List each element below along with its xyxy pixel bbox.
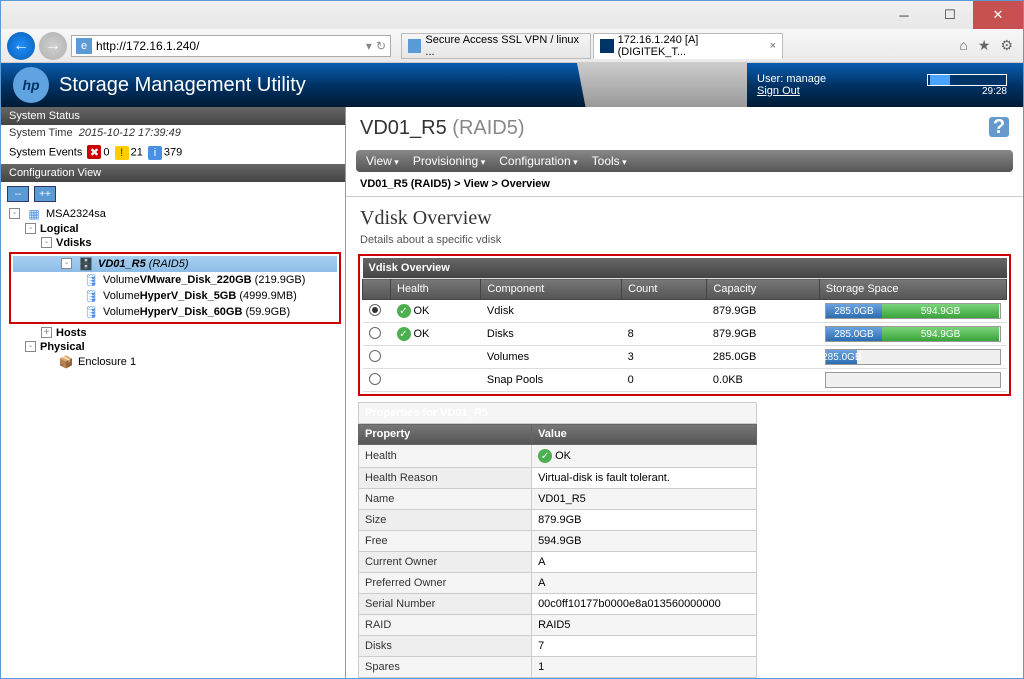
app-title: Storage Management Utility (59, 74, 306, 97)
forward-button[interactable]: → (39, 32, 67, 60)
table-row: Preferred OwnerA (359, 573, 757, 594)
page-title: ? VD01_R5 (RAID5) (346, 107, 1023, 150)
table-row: Health ReasonVirtual-disk is fault toler… (359, 468, 757, 489)
tree-hosts[interactable]: +Hosts (9, 326, 341, 340)
home-icon[interactable]: ⌂ (959, 37, 967, 54)
row-radio[interactable] (369, 350, 381, 362)
config-view-header: Configuration View (1, 164, 345, 182)
table-row: Spares1 (359, 657, 757, 678)
tree-physical[interactable]: -Physical (9, 340, 341, 354)
enclosure-widget[interactable] (927, 74, 1007, 86)
tools-icon[interactable]: ⚙ (1000, 37, 1013, 54)
user-block: User: manage Sign Out (747, 73, 917, 97)
minimize-button[interactable]: ─ (881, 1, 927, 29)
address-bar[interactable]: e http://172.16.1.240/ ▾ ↻ (71, 35, 391, 57)
tree-enclosure[interactable]: 📦Enclosure 1 (9, 354, 341, 370)
header-banner-image (577, 63, 747, 107)
menu-provisioning[interactable]: Provisioning (413, 154, 485, 168)
section-heading: Vdisk Overview (346, 203, 1023, 234)
tree-vdisks[interactable]: -Vdisks (9, 236, 341, 250)
help-button[interactable]: ? (989, 117, 1009, 137)
row-radio[interactable] (369, 327, 381, 339)
system-time: System Time 2015-10-12 17:39:49 (1, 125, 345, 141)
table-row: NameVD01_R5 (359, 489, 757, 510)
table-row[interactable]: ✓OKDisks8879.9GB285.0GB594.9GB (363, 323, 1007, 346)
action-menubar: View Provisioning Configuration Tools (356, 150, 1013, 172)
ok-icon: ✓ (397, 327, 411, 341)
ok-icon: ✓ (538, 449, 552, 463)
url-text: http://172.16.1.240/ (96, 39, 199, 53)
breadcrumb: VD01_R5 (RAID5) > View > Overview (346, 172, 1023, 197)
tree-root-msa[interactable]: -▦MSA2324sa (9, 206, 341, 222)
table-row: Health✓OK (359, 445, 757, 468)
table-row[interactable]: Volumes3285.0GB285.0GB (363, 346, 1007, 369)
menu-configuration[interactable]: Configuration (499, 154, 577, 168)
tab-title: Secure Access SSL VPN / linux ... (425, 34, 584, 58)
signout-link[interactable]: Sign Out (757, 85, 800, 97)
warning-icon[interactable]: ! (115, 146, 129, 160)
collapse-all-button[interactable]: -- (7, 186, 29, 202)
table-row: Disks7 (359, 636, 757, 657)
row-radio[interactable] (369, 373, 381, 385)
overview-caption: Vdisk Overview (363, 258, 1007, 279)
menu-tools[interactable]: Tools (592, 154, 627, 168)
row-radio[interactable] (369, 304, 381, 316)
user-label: User: manage (757, 73, 917, 85)
page-icon: e (76, 38, 92, 54)
browser-tab-msa[interactable]: 172.16.1.240 [A] (DIGITEK_T... × (593, 33, 783, 59)
vdisk-overview-table: Vdisk Overview Health Component Count Ca… (362, 258, 1007, 392)
table-row: Free594.9GB (359, 531, 757, 552)
browser-tab-vpn[interactable]: Secure Access SSL VPN / linux ... (401, 33, 591, 59)
menu-view[interactable]: View (366, 154, 399, 168)
vdisk-overview-panel: Vdisk Overview Health Component Count Ca… (358, 254, 1011, 396)
system-events: System Events ✖0 !21 i379 (1, 141, 345, 164)
tab-title: 172.16.1.240 [A] (DIGITEK_T... (618, 34, 766, 58)
hp-logo: hp (13, 67, 49, 103)
favicon-icon (600, 39, 614, 53)
table-row: Size879.9GB (359, 510, 757, 531)
window-titlebar: ─ ☐ ✕ (1, 1, 1023, 29)
browser-toolbar: ← → e http://172.16.1.240/ ▾ ↻ Secure Ac… (1, 29, 1023, 63)
maximize-button[interactable]: ☐ (927, 1, 973, 29)
properties-panel: Properties for VD01_R5 PropertyValue Hea… (358, 402, 757, 678)
tree-vdisk-vd01[interactable]: -🗄️VD01_R5 (RAID5) (13, 256, 337, 272)
close-tab-icon[interactable]: × (770, 40, 776, 52)
table-row: Serial Number00c0ff10177b0000e8a01356000… (359, 594, 757, 615)
dropdown-icon[interactable]: ▾ (366, 39, 372, 53)
session-time: 29:28 (982, 86, 1007, 97)
error-icon[interactable]: ✖ (87, 145, 101, 159)
app-header: hp Storage Management Utility User: mana… (1, 63, 1023, 107)
info-icon[interactable]: i (148, 146, 162, 160)
tree-logical[interactable]: -Logical (9, 222, 341, 236)
table-row: Current OwnerA (359, 552, 757, 573)
status-header: System Status (1, 107, 345, 125)
table-row: RAIDRAID5 (359, 615, 757, 636)
browser-tabs: Secure Access SSL VPN / linux ... 172.16… (401, 33, 783, 59)
favorites-icon[interactable]: ★ (978, 37, 991, 54)
config-tree: -▦MSA2324sa -Logical -Vdisks -🗄️VD01_R5 … (1, 206, 345, 378)
tree-volume[interactable]: 🛢Volume VMware_Disk_220GB (219.9GB) (13, 272, 337, 288)
back-button[interactable]: ← (7, 32, 35, 60)
expand-all-button[interactable]: ++ (34, 186, 56, 202)
table-row[interactable]: Snap Pools00.0KB (363, 369, 1007, 392)
table-row: Chunk Size64k (359, 678, 757, 679)
properties-caption: Properties for VD01_R5 (359, 403, 757, 424)
table-row[interactable]: ✓OKVdisk879.9GB285.0GB594.9GB (363, 300, 1007, 323)
tree-volume[interactable]: 🛢Volume HyperV_Disk_5GB (4999.9MB) (13, 288, 337, 304)
refresh-icon[interactable]: ↻ (376, 39, 386, 53)
tree-volume[interactable]: 🛢Volume HyperV_Disk_60GB (59.9GB) (13, 304, 337, 320)
section-desc: Details about a specific vdisk (346, 234, 1023, 254)
close-button[interactable]: ✕ (973, 1, 1023, 29)
ok-icon: ✓ (397, 304, 411, 318)
favicon-icon (408, 39, 421, 53)
